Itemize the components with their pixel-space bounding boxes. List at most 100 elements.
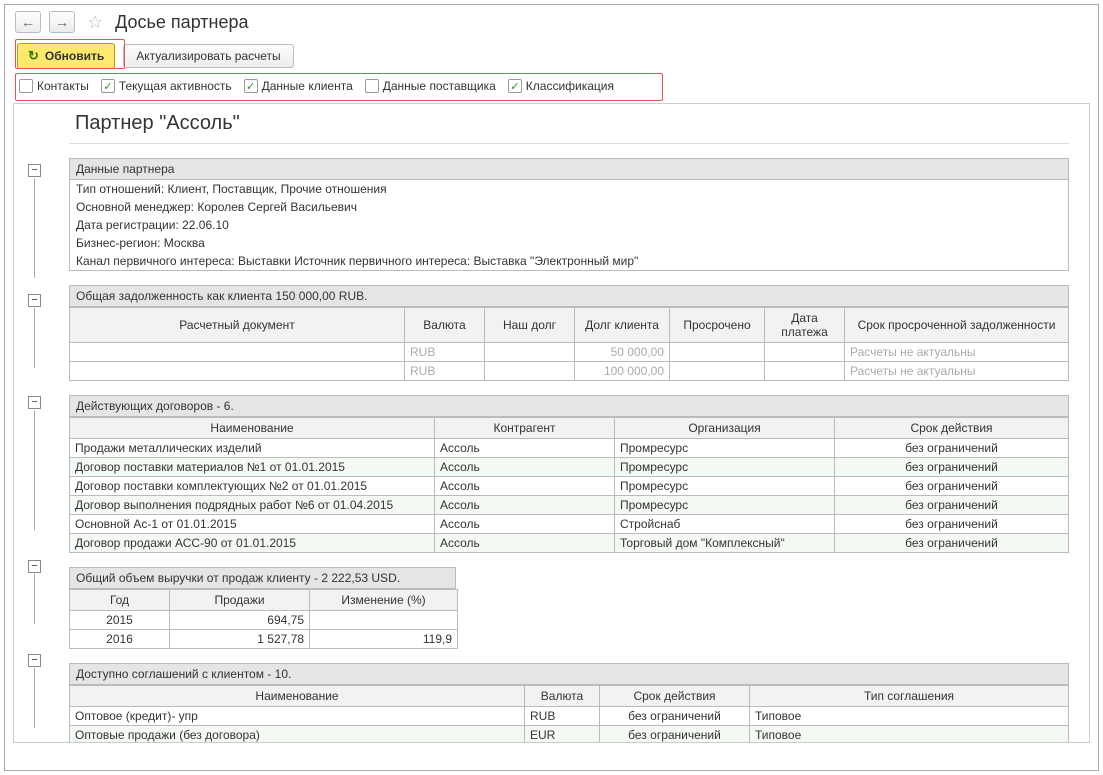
section-header-debt: Общая задолженность как клиента 150 000,… [69, 285, 1069, 307]
cell: Договор поставки комплектующих №2 от 01.… [70, 477, 435, 496]
checkbox-icon: ✓ [508, 79, 522, 93]
table-row[interactable]: Продажи металлических изделий Ассоль Про… [70, 439, 1069, 458]
tree-line [34, 574, 35, 624]
refresh-label: Обновить [45, 49, 104, 63]
cell [765, 362, 845, 381]
cell: RUB [525, 707, 600, 726]
table-header-row: Год Продажи Изменение (%) [70, 590, 458, 611]
filters-row: ✓ Контакты ✓ Текущая активность ✓ Данные… [5, 73, 1098, 99]
table-row[interactable]: RUB 100 000,00 Расчеты не актуальны [70, 362, 1069, 381]
cell: Основной Ас-1 от 01.01.2015 [70, 515, 435, 534]
cell [70, 362, 405, 381]
cell: Типовое [750, 726, 1069, 744]
cell: 2015 [70, 611, 170, 630]
cell: Ассоль [435, 534, 615, 553]
cell [670, 362, 765, 381]
col-header: Тип соглашения [750, 686, 1069, 707]
filter-activity[interactable]: ✓ Текущая активность [101, 79, 232, 93]
nav-forward-button[interactable]: → [49, 11, 75, 33]
filter-label: Классификация [526, 79, 614, 93]
cell: Типовое [750, 707, 1069, 726]
table-row[interactable]: Оптовые продажи (без договора) EUR без о… [70, 726, 1069, 744]
cell: 2016 [70, 630, 170, 649]
filter-classification[interactable]: ✓ Классификация [508, 79, 614, 93]
tree-line [34, 308, 35, 368]
cell: EUR [525, 726, 600, 744]
scroll-content: − − − − − Партнер "Ассоль" Данные партне… [14, 104, 1089, 743]
table-row[interactable]: 2016 1 527,78 119,9 [70, 630, 458, 649]
report-title: Партнер "Ассоль" [69, 104, 1069, 144]
header-bar: ← → ☆ Досье партнера [5, 5, 1098, 39]
partner-channel: Канал первичного интереса: Выставки Исто… [70, 252, 1068, 270]
cell: Промресурс [615, 458, 835, 477]
filter-contacts[interactable]: ✓ Контакты [19, 79, 89, 93]
cell: RUB [405, 343, 485, 362]
tree-toggle[interactable]: − [28, 560, 41, 573]
table-row[interactable]: Договор поставки материалов №1 от 01.01.… [70, 458, 1069, 477]
cell: без ограничений [835, 477, 1069, 496]
partner-region: Бизнес-регион: Москва [70, 234, 1068, 252]
cell: Ассоль [435, 515, 615, 534]
col-header: Продажи [170, 590, 310, 611]
table-row[interactable]: Договор продажи АСС-90 от 01.01.2015 Асс… [70, 534, 1069, 553]
section-header-revenue: Общий объем выручки от продаж клиенту - … [69, 567, 456, 589]
section-header-agreements: Доступно соглашений с клиентом - 10. [69, 663, 1069, 685]
cell: без ограничений [835, 496, 1069, 515]
cell [765, 343, 845, 362]
table-header-row: Расчетный документ Валюта Наш долг Долг … [70, 308, 1069, 343]
cell: 100 000,00 [575, 362, 670, 381]
col-header: Наш долг [485, 308, 575, 343]
cell [670, 343, 765, 362]
cell: Договор продажи АСС-90 от 01.01.2015 [70, 534, 435, 553]
cell: без ограничений [835, 534, 1069, 553]
cell: Промресурс [615, 496, 835, 515]
cell: без ограничений [600, 707, 750, 726]
cell: Промресурс [615, 439, 835, 458]
col-header: Просрочено [670, 308, 765, 343]
table-row[interactable]: Договор выполнения подрядных работ №6 от… [70, 496, 1069, 515]
favorite-star-icon[interactable]: ☆ [87, 12, 103, 33]
col-header: Расчетный документ [70, 308, 405, 343]
table-row[interactable]: RUB 50 000,00 Расчеты не актуальны [70, 343, 1069, 362]
cell: Ассоль [435, 496, 615, 515]
table-row[interactable]: Договор поставки комплектующих №2 от 01.… [70, 477, 1069, 496]
nav-back-button[interactable]: ← [15, 11, 41, 33]
col-header: Срок действия [835, 418, 1069, 439]
table-header-row: Наименование Контрагент Организация Срок… [70, 418, 1069, 439]
tree-toggle[interactable]: − [28, 164, 41, 177]
table-row[interactable]: Основной Ас-1 от 01.01.2015 Ассоль Строй… [70, 515, 1069, 534]
partner-manager: Основной менеджер: Королев Сергей Василь… [70, 198, 1068, 216]
table-row[interactable]: 2015 694,75 [70, 611, 458, 630]
tree-toggle[interactable]: − [28, 396, 41, 409]
refresh-button[interactable]: ↻ Обновить [17, 43, 115, 69]
cell: Оптовое (кредит)- упр [70, 707, 525, 726]
col-header: Валюта [405, 308, 485, 343]
table-header-row: Наименование Валюта Срок действия Тип со… [70, 686, 1069, 707]
cell: Продажи металлических изделий [70, 439, 435, 458]
content-frame[interactable]: − − − − − Партнер "Ассоль" Данные партне… [13, 103, 1090, 743]
revenue-table: Год Продажи Изменение (%) 2015 694,75 20… [69, 589, 458, 649]
cell: Расчеты не актуальны [845, 343, 1069, 362]
cell: Оптовые продажи (без договора) [70, 726, 525, 744]
window: ← → ☆ Досье партнера ↻ Обновить Актуализ… [4, 4, 1099, 771]
tree-toggle[interactable]: − [28, 294, 41, 307]
filter-client-data[interactable]: ✓ Данные клиента [244, 79, 353, 93]
cell: 694,75 [170, 611, 310, 630]
page-title: Досье партнера [115, 12, 248, 33]
tree-line [34, 668, 35, 728]
tree-toggle[interactable]: − [28, 654, 41, 667]
arrow-left-icon: ← [21, 14, 35, 30]
table-row[interactable]: Оптовое (кредит)- упр RUB без ограничени… [70, 707, 1069, 726]
col-header: Наименование [70, 686, 525, 707]
col-header: Валюта [525, 686, 600, 707]
cell: Стройснаб [615, 515, 835, 534]
cell: Договор выполнения подрядных работ №6 от… [70, 496, 435, 515]
actualize-button[interactable]: Актуализировать расчеты [123, 44, 293, 68]
checkbox-icon: ✓ [365, 79, 379, 93]
cell: 119,9 [310, 630, 458, 649]
section-header-partner-data: Данные партнера [69, 158, 1069, 180]
cell [310, 611, 458, 630]
tree-line [34, 178, 35, 278]
cell: без ограничений [600, 726, 750, 744]
filter-supplier-data[interactable]: ✓ Данные поставщика [365, 79, 496, 93]
